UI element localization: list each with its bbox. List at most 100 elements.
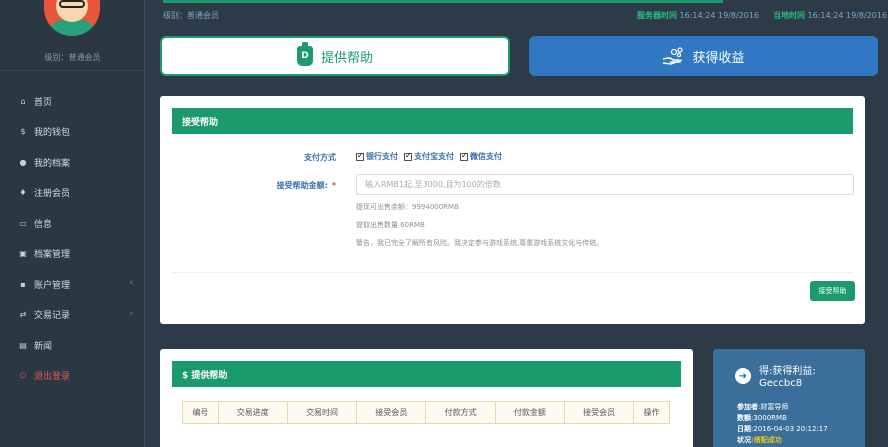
sidebar-item-3[interactable]: ♦ 注册会员: [0, 178, 145, 209]
top-bar: 级别：普通会员 服务器时间 16:14:24 19/8/2016 当地时间 16…: [145, 0, 888, 30]
receive-help-panel: 接受帮助 支付方式 银行支付 支付宝支付 微信支付 接受帮助金额:* 提现可出售余额…: [160, 96, 865, 324]
get-income-button[interactable]: 获得收益: [529, 36, 878, 76]
chevron-left-icon: ‹: [129, 308, 133, 319]
sidebar-item-label: 账户管理: [34, 280, 71, 291]
participant-value: :财富导师: [758, 403, 789, 411]
sidebar-item-label: 信息: [34, 219, 53, 230]
checkbox-checked-icon[interactable]: [404, 151, 412, 161]
payment-options: 银行支付 支付宝支付 微信支付: [356, 151, 502, 162]
table-header-row: 编号 交易进度 交易时间 接受会员 付款方式 付款金额 接受会员 操作: [182, 401, 670, 424]
withdraw-quantity-note: 提取出售数量 60RMB: [356, 221, 425, 229]
payment-option-2[interactable]: 微信支付: [460, 151, 502, 162]
provide-help-label: 提供帮助: [320, 50, 373, 66]
sidebar-item-label: 新闻: [34, 341, 53, 352]
person-icon: ♦: [19, 188, 27, 198]
server-time: 服务器时间 16:14:24 19/8/2016: [637, 10, 759, 21]
column-header: 付款方式: [425, 401, 496, 424]
user-icon: ●: [19, 157, 27, 167]
amount-input[interactable]: [356, 174, 854, 195]
lock-icon: ▪: [20, 279, 26, 289]
exchange-icon: ⇄: [19, 310, 27, 320]
column-header: 接受会员: [563, 401, 635, 424]
top-member-level: 级别：普通会员: [163, 11, 219, 20]
card-title: 得:获得利益: Geccbc8: [759, 366, 816, 390]
checkbox-checked-icon[interactable]: [356, 151, 364, 161]
sidebar-item-label: 注册会员: [34, 189, 71, 200]
sidebar-item-6[interactable]: ▪ 账户管理 ‹: [0, 269, 145, 300]
column-header: 交易时间: [286, 401, 358, 424]
power-icon: ⏻: [19, 370, 27, 380]
payment-method-label: 支付方式: [304, 153, 336, 162]
card-title-line1: 得:获得利益:: [759, 366, 816, 377]
status-label: 状况: [737, 436, 751, 444]
local-time-value: 16:14:24 19/8/2016: [807, 11, 888, 20]
income-info-card: ➜ 得:获得利益: Geccbc8 参加者:财富导师 数额:3000RMB 日期…: [713, 349, 865, 447]
id-card-icon: ▣: [19, 249, 27, 259]
sidebar-item-label: 退出登录: [34, 372, 71, 383]
provide-help-button[interactable]: D 提供帮助: [160, 36, 510, 76]
sidebar-item-7[interactable]: ⇄ 交易记录 ‹: [0, 300, 145, 331]
sidebar-item-5[interactable]: ▣ 档案管理: [0, 239, 145, 270]
column-header: 编号: [182, 401, 219, 424]
date-row: 日期:2016-04-03 20:12:17: [737, 424, 828, 434]
offer-help-panel: $ 提供帮助 编号 交易进度 交易时间 接受会员 付款方式 付款金额 接受会员 操作: [160, 349, 693, 447]
column-header: 交易进度: [217, 401, 288, 424]
chevron-left-icon: ‹: [129, 278, 133, 288]
participant-label: 参加者: [737, 403, 758, 411]
offer-help-table: 编号 交易进度 交易时间 接受会员 付款方式 付款金额 接受会员 操作: [182, 401, 670, 424]
avatar[interactable]: [44, 0, 100, 36]
news-icon: ▤: [19, 340, 27, 350]
offer-help-header: $ 提供帮助: [172, 361, 681, 387]
required-mark: *: [331, 181, 336, 190]
server-time-label: 服务器时间: [637, 11, 677, 20]
accept-help-button[interactable]: 接受帮助: [810, 281, 855, 301]
date-label: 日期: [737, 425, 751, 433]
card-amount-value: :3000RMB: [751, 414, 787, 422]
folder-icon: ▭: [19, 218, 27, 228]
payment-option-0[interactable]: 银行支付: [356, 151, 398, 162]
sidebar: 级别：普通会员 ⌂ 首页 $ 我的钱包 ● 我的档案 ♦ 注册会员 ▭ 信息 ▣ 档案管理 ▪ 账户管理 ‹…: [0, 0, 145, 447]
amount-label: 接受帮助金额:: [276, 181, 328, 190]
hand-coins-icon: [663, 47, 684, 65]
risk-warning-note: 警告，我已完全了解所有风险。我决定参与游戏系统,尊重游戏系统文化与传统。: [356, 239, 604, 247]
panel-divider: [172, 272, 853, 273]
receive-help-header: 接受帮助: [172, 108, 853, 134]
date-value: :2016-04-03 20:12:17: [751, 425, 828, 433]
sidebar-item-8[interactable]: ▤ 新闻: [0, 330, 145, 361]
arrow-right-icon[interactable]: ➜: [735, 368, 751, 384]
card-amount-label: 数额: [737, 414, 751, 422]
dollar-icon: $: [20, 127, 26, 137]
get-income-label: 获得收益: [692, 50, 745, 66]
sidebar-item-1[interactable]: $ 我的钱包: [0, 117, 145, 148]
payment-option-1[interactable]: 支付宝支付: [404, 151, 454, 162]
sidebar-item-4[interactable]: ▭ 信息: [0, 208, 145, 239]
sidebar-item-0[interactable]: ⌂ 首页: [0, 86, 145, 117]
amount-label-row: 接受帮助金额: *: [216, 180, 336, 191]
server-time-value: 16:14:24 19/8/2016: [679, 11, 760, 20]
participant-row: 参加者:财富导师: [737, 402, 788, 412]
sidebar-item-label: 首页: [34, 97, 53, 108]
payment-option-label: 微信支付: [470, 152, 502, 161]
column-header: 操作: [633, 401, 670, 424]
sidebar-item-9[interactable]: ⏻ 退出登录: [0, 361, 145, 392]
status-row: 状况:搭配成功: [737, 435, 782, 445]
column-header: 付款金额: [494, 401, 566, 424]
payment-option-label: 银行支付: [366, 152, 398, 161]
sidebar-item-label: 我的钱包: [34, 128, 71, 139]
column-header: 接受会员: [356, 401, 427, 424]
withdrawable-balance-note: 提现可出售余额：9994000RMB: [356, 203, 459, 211]
home-icon: ⌂: [20, 96, 26, 106]
local-time: 当地时间 16:14:24 19/8/2016: [773, 10, 887, 21]
amount-row: 数额:3000RMB: [737, 413, 787, 423]
checkbox-checked-icon[interactable]: [460, 151, 468, 161]
sidebar-item-label: 我的档案: [34, 158, 71, 169]
money-bag-icon: D: [296, 42, 313, 66]
sidebar-menu: ⌂ 首页 $ 我的钱包 ● 我的档案 ♦ 注册会员 ▭ 信息 ▣ 档案管理 ▪ 账户管理 ‹ ⇄ 交易记录 ‹ ▤ 新…: [0, 86, 145, 391]
payment-option-label: 支付宝支付: [414, 152, 454, 161]
status-value: :搭配成功: [751, 436, 782, 444]
sidebar-item-label: 档案管理: [34, 250, 71, 261]
local-time-label: 当地时间: [773, 11, 805, 20]
top-accent-line: [163, 0, 723, 3]
card-title-line2: Geccbc8: [759, 378, 803, 389]
sidebar-item-2[interactable]: ● 我的档案: [0, 147, 145, 178]
